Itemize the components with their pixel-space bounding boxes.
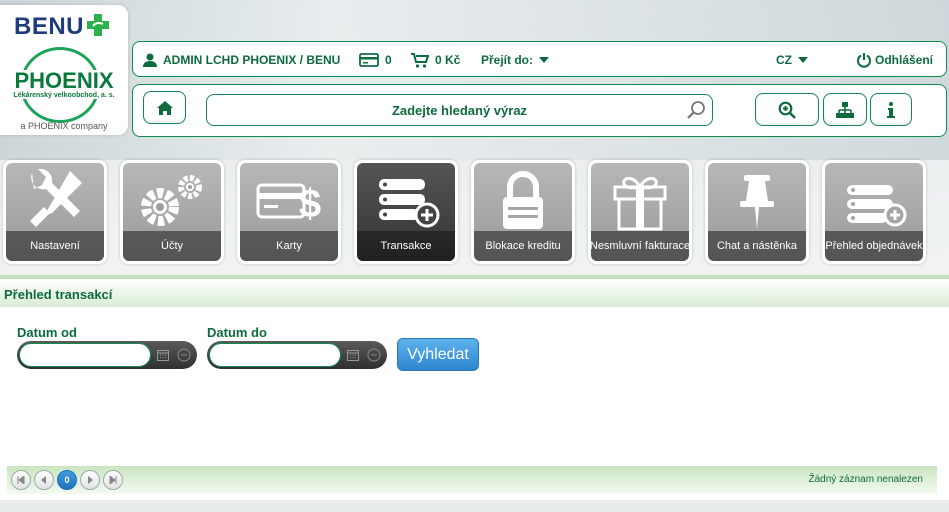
date-to-label: Datum do bbox=[207, 325, 267, 340]
credit-card-icon bbox=[359, 53, 379, 67]
search-icon[interactable] bbox=[686, 100, 706, 120]
pushpin-icon bbox=[708, 169, 806, 231]
section-header: Přehled transakcí bbox=[0, 275, 949, 307]
cart[interactable]: 0 Kč bbox=[411, 42, 460, 78]
footer-strip bbox=[0, 500, 949, 512]
language-value: CZ bbox=[776, 53, 792, 67]
tile-non-contract-billing[interactable]: Nesmluvní fakturace bbox=[588, 160, 692, 264]
power-icon bbox=[857, 53, 871, 68]
last-page-button[interactable] bbox=[103, 470, 123, 490]
tile-body: $ Karty bbox=[240, 163, 338, 261]
benu-logo-text: BENU bbox=[14, 13, 85, 40]
cart-amount: 0 Kč bbox=[435, 53, 461, 67]
tile-cards[interactable]: $ Karty bbox=[237, 160, 341, 264]
card-dollar-icon: $ bbox=[240, 169, 338, 231]
lock-icon bbox=[474, 169, 572, 231]
info-icon bbox=[887, 101, 895, 118]
no-records-message: Žádný záznam nenalezen bbox=[808, 474, 923, 485]
caret-down-icon bbox=[798, 57, 808, 63]
tools-icon bbox=[6, 169, 104, 231]
clear-icon[interactable] bbox=[367, 348, 381, 362]
tile-body: Nesmluvní fakturace bbox=[591, 163, 689, 261]
caret-down-icon bbox=[539, 57, 550, 63]
tile-label: Přehled objednávek bbox=[825, 231, 923, 261]
calendar-icon[interactable] bbox=[347, 349, 359, 361]
home-button[interactable] bbox=[143, 91, 186, 124]
tile-body: Přehled objednávek bbox=[825, 163, 923, 261]
date-to-picker bbox=[207, 341, 387, 369]
language-select[interactable]: CZ bbox=[776, 42, 815, 78]
clear-icon[interactable] bbox=[177, 348, 191, 362]
cards-counter[interactable]: 0 bbox=[359, 42, 392, 78]
tile-label: Chat a nástěnka bbox=[708, 231, 806, 261]
next-page-button[interactable] bbox=[80, 470, 100, 490]
logout-button[interactable]: Odhlášení bbox=[856, 42, 933, 78]
tile-credit-block[interactable]: Blokace kreditu bbox=[471, 160, 575, 264]
logo[interactable]: BENU PHOENIX Lékárenský velkoobchod, a. … bbox=[0, 5, 128, 135]
goto-menu[interactable]: Přejít do: bbox=[481, 42, 556, 78]
tile-label: Blokace kreditu bbox=[474, 231, 572, 261]
tile-label: Účty bbox=[123, 231, 221, 261]
page-title: Přehled transakcí bbox=[4, 287, 113, 302]
company-tagline: a PHOENIX company bbox=[20, 121, 108, 131]
tile-body: Nastavení bbox=[6, 163, 104, 261]
sitemap-icon bbox=[836, 101, 854, 118]
phoenix-subtitle: Lékárenský velkoobchod, a. s. bbox=[10, 92, 118, 99]
zoom-plus-icon bbox=[778, 101, 796, 119]
sitemap-button[interactable] bbox=[823, 93, 867, 126]
prev-page-button[interactable] bbox=[34, 470, 54, 490]
server-plus-icon bbox=[825, 169, 923, 231]
calendar-icon[interactable] bbox=[157, 349, 169, 361]
date-from-input[interactable] bbox=[19, 343, 151, 367]
top-header-bar: ADMIN LCHD PHOENIX / BENU 0 0 Kč Přejít … bbox=[132, 41, 947, 77]
tile-label: Karty bbox=[240, 231, 338, 261]
tile-accounts[interactable]: Účty bbox=[120, 160, 224, 264]
gift-icon bbox=[591, 169, 689, 231]
user-name: ADMIN LCHD PHOENIX / BENU bbox=[163, 53, 341, 67]
card-count: 0 bbox=[385, 53, 392, 67]
gears-icon bbox=[123, 169, 221, 231]
info-button[interactable] bbox=[870, 93, 912, 126]
next-page-icon bbox=[88, 476, 93, 484]
first-page-button[interactable] bbox=[11, 470, 31, 490]
tile-body: Blokace kreditu bbox=[474, 163, 572, 261]
phoenix-logo-text: PHOENIX bbox=[10, 70, 118, 92]
prev-page-icon bbox=[41, 476, 46, 484]
search-placeholder: Zadejte hledaný výraz bbox=[391, 102, 528, 118]
current-page[interactable]: 0 bbox=[57, 470, 77, 490]
shopping-cart-icon bbox=[411, 52, 429, 68]
svg-text:$: $ bbox=[299, 182, 321, 226]
search-input[interactable]: Zadejte hledaný výraz bbox=[206, 94, 713, 126]
tile-label: Nesmluvní fakturace bbox=[591, 231, 689, 261]
user-info[interactable]: ADMIN LCHD PHOENIX / BENU bbox=[143, 42, 340, 78]
tile-settings[interactable]: Nastavení bbox=[3, 160, 107, 264]
date-to-input[interactable] bbox=[209, 343, 341, 367]
tile-body: Chat a nástěnka bbox=[708, 163, 806, 261]
user-icon bbox=[143, 53, 157, 67]
server-plus-icon bbox=[357, 169, 455, 231]
logout-label: Odhlášení bbox=[875, 53, 934, 67]
tile-body: Účty bbox=[123, 163, 221, 261]
tile-chat-board[interactable]: Chat a nástěnka bbox=[705, 160, 809, 264]
tile-order-overview[interactable]: Přehled objednávek bbox=[822, 160, 926, 264]
tile-label: Transakce bbox=[357, 231, 455, 261]
last-page-icon bbox=[109, 476, 117, 484]
date-from-picker bbox=[17, 341, 197, 369]
pharmacy-cross-icon bbox=[87, 14, 109, 36]
search-button[interactable]: Vyhledat bbox=[397, 338, 479, 371]
tile-body: Transakce bbox=[357, 163, 455, 261]
goto-label: Přejít do: bbox=[481, 53, 534, 67]
first-page-icon bbox=[17, 476, 25, 484]
tile-label: Nastavení bbox=[6, 231, 104, 261]
date-from-label: Datum od bbox=[17, 325, 77, 340]
pager: 0 Žádný záznam nenalezen bbox=[7, 466, 937, 494]
advanced-search-button[interactable] bbox=[755, 93, 819, 126]
home-icon bbox=[156, 100, 173, 115]
tile-transactions[interactable]: Transakce bbox=[354, 160, 458, 264]
